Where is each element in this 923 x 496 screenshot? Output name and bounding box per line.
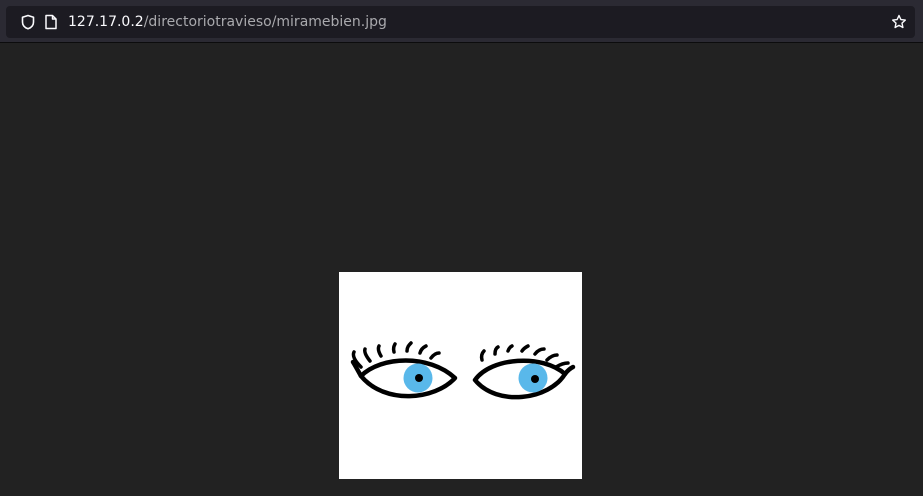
right-eye [472, 344, 576, 400]
url-text[interactable]: 127.17.0.2/directoriotravieso/miramebien… [68, 13, 387, 31]
browser-toolbar: 127.17.0.2/directoriotravieso/miramebien… [0, 0, 923, 43]
star-icon[interactable] [891, 14, 907, 30]
left-eye [350, 341, 458, 399]
image-viewer [0, 43, 923, 496]
displayed-image[interactable] [339, 272, 582, 479]
shield-icon[interactable] [20, 14, 36, 30]
page-icon [45, 14, 57, 30]
url-path: /directoriotravieso/miramebien.jpg [143, 14, 387, 30]
cartoon-eyes-image [350, 341, 576, 400]
address-bar[interactable]: 127.17.0.2/directoriotravieso/miramebien… [6, 6, 915, 38]
url-host: 127.17.0.2 [68, 14, 144, 30]
